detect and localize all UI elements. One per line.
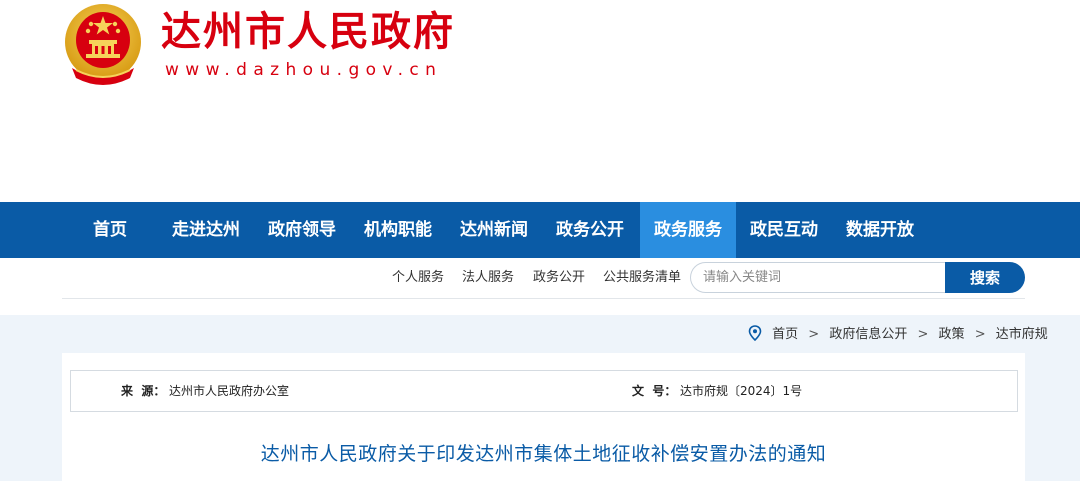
document-title: 达州市人民政府关于印发达州市集体土地征收补偿安置办法的通知 (260, 443, 827, 465)
sub-link-corporate-services[interactable]: 法人服务 (462, 258, 514, 298)
breadcrumb-separator: > (808, 327, 820, 342)
nav-item-departments[interactable]: 机构职能 (350, 202, 446, 258)
sub-nav-divider (62, 298, 1025, 299)
sub-link-public-affairs[interactable]: 政务公开 (533, 258, 585, 298)
document-card: 来 源： 达州市人民政府办公室 文 号： 达市府规〔2024〕1号 达州市人民政… (62, 353, 1025, 481)
breadcrumb-home[interactable]: 首页 (772, 327, 798, 342)
sub-nav: 个人服务 法人服务 政务公开 公共服务清单 搜索 (0, 258, 1080, 298)
site-title[interactable]: 达州市人民政府 (161, 6, 455, 58)
main-nav: 首页 走进达州 政府领导 机构职能 达州新闻 政务公开 政务服务 政民互动 数据… (0, 202, 1080, 258)
document-meta: 来 源： 达州市人民政府办公室 文 号： 达市府规〔2024〕1号 (70, 370, 1018, 412)
location-pin-icon (748, 325, 762, 341)
search-button[interactable]: 搜索 (945, 262, 1025, 293)
nav-item-about-dazhou[interactable]: 走进达州 (158, 202, 254, 258)
nav-item-news[interactable]: 达州新闻 (446, 202, 542, 258)
nav-item-leaders[interactable]: 政府领导 (254, 202, 350, 258)
nav-item-services[interactable]: 政务服务 (640, 202, 736, 258)
search-input[interactable] (690, 262, 946, 293)
site-url[interactable]: www.dazhou.gov.cn (165, 60, 442, 80)
nav-item-home[interactable]: 首页 (62, 202, 158, 258)
source-value: 达州市人民政府办公室 (169, 384, 290, 398)
doc-number-value: 达市府规〔2024〕1号 (680, 384, 803, 398)
national-emblem-icon[interactable] (62, 2, 144, 86)
breadcrumb-separator: > (917, 327, 929, 342)
breadcrumb-gov-info[interactable]: 政府信息公开 (829, 327, 907, 342)
site-header: 达州市人民政府 www.dazhou.gov.cn (0, 0, 1080, 202)
sub-link-public-service-list[interactable]: 公共服务清单 (603, 258, 681, 298)
breadcrumb: 首页 > 政府信息公开 > 政策 > 达市府规 (748, 325, 1048, 345)
nav-item-interaction[interactable]: 政民互动 (736, 202, 832, 258)
breadcrumb-separator: > (974, 327, 986, 342)
breadcrumb-municipal-regulations[interactable]: 达市府规 (996, 327, 1048, 342)
source-label: 来 源： (121, 384, 166, 398)
doc-number-label: 文 号： (632, 384, 677, 398)
breadcrumb-policy[interactable]: 政策 (939, 327, 965, 342)
sub-link-personal-services[interactable]: 个人服务 (392, 258, 444, 298)
nav-item-public-affairs[interactable]: 政务公开 (542, 202, 638, 258)
nav-item-open-data[interactable]: 数据开放 (832, 202, 928, 258)
